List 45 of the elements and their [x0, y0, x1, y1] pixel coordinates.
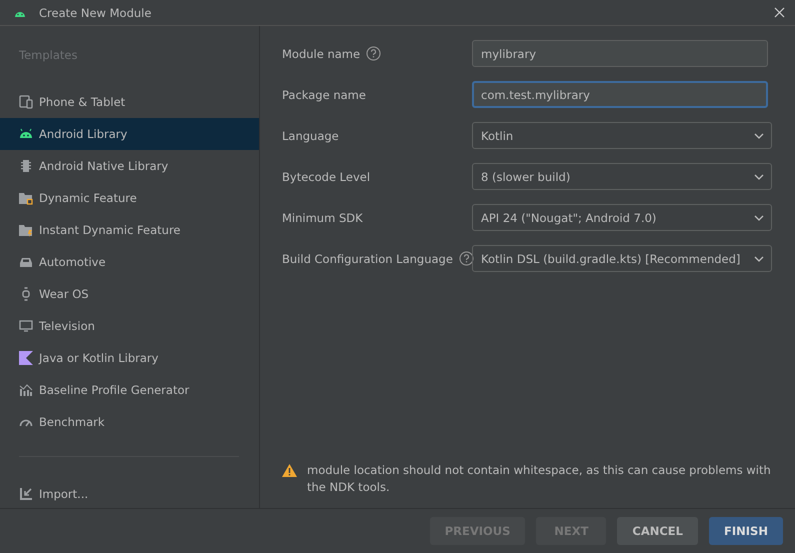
- chart-icon: [19, 383, 33, 398]
- template-item[interactable]: Instant Dynamic Feature: [0, 214, 259, 246]
- dropdown[interactable]: API 24 ("Nougat"; Android 7.0): [472, 204, 772, 231]
- warning-icon: [282, 464, 297, 477]
- chip-icon: [19, 159, 33, 174]
- car-icon: [19, 255, 33, 270]
- close-icon[interactable]: [774, 7, 785, 18]
- template-item[interactable]: Java or Kotlin Library: [0, 342, 259, 374]
- template-item[interactable]: Dynamic Feature: [0, 182, 259, 214]
- text-field[interactable]: mylibrary: [472, 40, 768, 67]
- template-item[interactable]: Phone & Tablet: [0, 86, 259, 118]
- kotlin-icon: [19, 351, 33, 366]
- devices-icon: [19, 95, 33, 110]
- import-item[interactable]: Import...: [0, 479, 259, 508]
- field-label: Bytecode Level: [282, 170, 370, 184]
- chevron-down-icon: [754, 256, 764, 262]
- field-label: Module name: [282, 46, 360, 60]
- dialog-button[interactable]: CANCEL: [617, 517, 698, 545]
- template-item[interactable]: Television: [0, 310, 259, 342]
- template-item[interactable]: Android Library: [0, 118, 259, 150]
- template-item[interactable]: Benchmark: [0, 406, 259, 438]
- help-icon[interactable]: [366, 46, 382, 61]
- chevron-down-icon: [754, 214, 764, 220]
- field-label: Build Configuration Language: [282, 252, 453, 266]
- warning-message: module location should not contain whitespace, as this can cause problems with the NDK tools.: [307, 462, 772, 496]
- template-item[interactable]: Automotive: [0, 246, 259, 278]
- chevron-down-icon: [754, 174, 764, 180]
- dialog-button[interactable]: FINISH: [709, 517, 783, 545]
- field-label: Package name: [282, 88, 366, 102]
- import-arrow-icon: [19, 486, 33, 501]
- text-field[interactable]: com.test.mylibrary: [472, 81, 768, 108]
- field-label: Minimum SDK: [282, 210, 363, 224]
- chevron-down-icon: [754, 132, 764, 138]
- dropdown[interactable]: Kotlin: [472, 122, 772, 149]
- folder-icon: [19, 223, 33, 238]
- monitor-icon: [19, 319, 33, 334]
- dropdown[interactable]: Kotlin DSL (build.gradle.kts) [Recommended]: [472, 245, 772, 272]
- window-title: Create New Module: [39, 6, 152, 20]
- template-item[interactable]: Wear OS: [0, 278, 259, 310]
- template-item[interactable]: Android Native Library: [0, 150, 259, 182]
- dropdown[interactable]: 8 (slower build): [472, 163, 772, 190]
- folder-icon: [19, 191, 33, 206]
- field-label: Language: [282, 128, 339, 142]
- template-item[interactable]: Baseline Profile Generator: [0, 374, 259, 406]
- help-icon[interactable]: [458, 251, 474, 266]
